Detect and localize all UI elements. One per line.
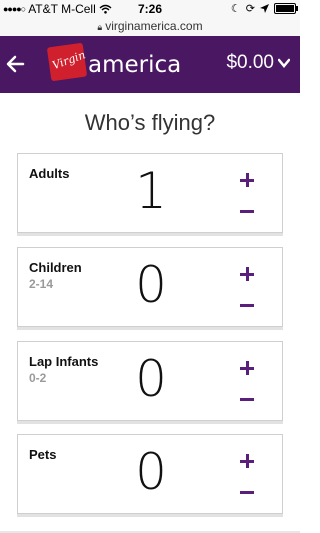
back-arrow-icon[interactable] (6, 52, 26, 76)
passenger-card-lap-infants: Lap Infants 0-2 0 (17, 341, 283, 421)
passenger-label: Children (29, 260, 82, 275)
moon-icon: ☾ (230, 3, 241, 15)
location-icon (260, 4, 269, 13)
site-header: Virgin america $0.00 (0, 36, 300, 93)
balance-dropdown[interactable]: $0.00 (226, 52, 290, 74)
logo-wordmark: america (88, 52, 182, 78)
rotation-lock-icon: ⟳ (245, 3, 255, 15)
plus-icon[interactable] (240, 454, 254, 468)
passenger-label: Lap Infants (29, 354, 99, 369)
passenger-label: Adults (29, 166, 70, 181)
passenger-card-pets: Pets 0 (17, 434, 283, 514)
virgin-logo-badge: Virgin (46, 42, 88, 82)
passenger-count: 1 (135, 162, 167, 220)
plus-icon[interactable] (240, 173, 254, 187)
url-text: virginamerica.com (105, 19, 203, 33)
balance-amount: $0.00 (226, 52, 274, 73)
passenger-age-range: 2-14 (29, 277, 54, 291)
url-bar[interactable]: 🔒︎ virginamerica.com (0, 19, 300, 33)
chevron-down-icon (278, 58, 290, 68)
passenger-count: 0 (135, 443, 167, 501)
passenger-label: Pets (29, 447, 57, 462)
page-title: Who’s flying? (84, 110, 216, 135)
status-bar: ●●●●○ AT&T M-Cell 7:26 ☾ ⟳ 🔒︎ virginameri… (0, 0, 300, 36)
status-icons: ☾ ⟳ (230, 2, 298, 15)
lock-icon: 🔒︎ (97, 22, 103, 32)
battery-icon (274, 3, 298, 14)
minus-icon[interactable] (240, 485, 254, 499)
minus-icon[interactable] (240, 298, 254, 312)
minus-icon[interactable] (240, 392, 254, 406)
passenger-count: 0 (135, 256, 167, 314)
passenger-age-range: 0-2 (29, 371, 47, 385)
passenger-count: 0 (135, 350, 167, 408)
passenger-card-adults: Adults 1 (17, 153, 283, 233)
passenger-card-children: Children 2-14 0 (17, 247, 283, 327)
plus-icon[interactable] (240, 267, 254, 281)
plus-icon[interactable] (240, 361, 254, 375)
minus-icon[interactable] (240, 204, 254, 218)
